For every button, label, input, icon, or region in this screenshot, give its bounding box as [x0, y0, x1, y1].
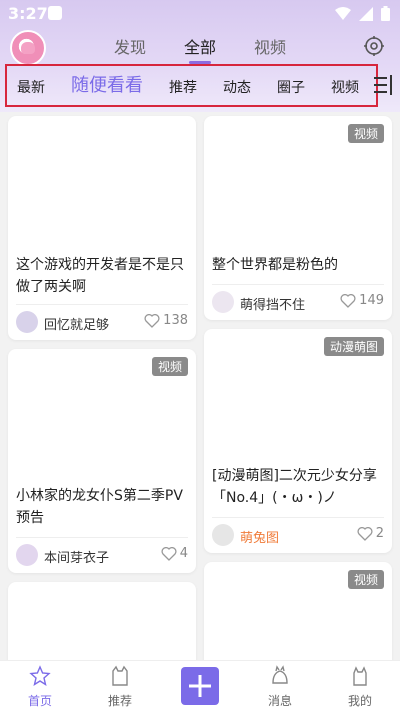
cat-icon: [112, 665, 128, 686]
nav-recommend[interactable]: 推荐: [90, 665, 150, 709]
category-bar: 最新 随便看看 推荐 动态 圈子 视频: [5, 64, 378, 107]
nav-home[interactable]: 首页: [10, 665, 70, 709]
post-card[interactable]: 视频 整个世界都是粉色的 萌得挡不住 149: [204, 116, 392, 320]
post-card[interactable]: 动漫萌图 [动漫萌图]二次元少女分享「No.4」(・ω・)ノ 萌兔图 2: [204, 329, 392, 553]
post-badge: 视频: [151, 357, 188, 376]
cat-bell-icon: [272, 665, 288, 684]
user-avatar[interactable]: [10, 30, 46, 66]
post-author[interactable]: 萌得挡不住: [240, 294, 305, 313]
wifi-icon: [335, 6, 351, 25]
category-latest[interactable]: 最新: [17, 77, 45, 97]
post-author[interactable]: 回忆就足够: [44, 314, 109, 333]
like-button[interactable]: 149: [340, 293, 384, 308]
signal-icon: [359, 6, 373, 25]
like-count: 149: [359, 293, 384, 308]
create-post-button[interactable]: [181, 667, 219, 705]
post-badge: 视频: [347, 124, 384, 143]
heart-icon: [340, 293, 356, 308]
heart-icon: [144, 313, 160, 328]
post-author[interactable]: 本间芽衣子: [44, 547, 109, 566]
top-nav: 发现 全部 视频: [0, 28, 400, 66]
settings-icon[interactable]: [362, 34, 386, 58]
post-badge: 动漫萌图: [323, 337, 384, 356]
like-count: 2: [375, 526, 384, 541]
nav-profile-label: 我的: [347, 694, 372, 708]
post-card[interactable]: 这个游戏的开发者是不是只做了两关啊 回忆就足够 138: [8, 116, 196, 340]
nav-home-label: 首页: [27, 694, 52, 708]
post-card[interactable]: 视频 小林家的龙女仆S第二季PV预告 本间芽衣子 4: [8, 349, 196, 573]
user-avatar-small[interactable]: [16, 544, 38, 566]
like-count: 4: [179, 546, 188, 561]
post-title: 小林家的龙女仆S第二季PV预告: [16, 488, 183, 526]
battery-icon: [381, 6, 390, 25]
nav-messages[interactable]: 消息: [250, 665, 310, 709]
category-video[interactable]: 视频: [331, 77, 359, 97]
category-browse[interactable]: 随便看看: [71, 71, 143, 97]
post-author[interactable]: 萌兔图: [240, 527, 279, 546]
category-circle[interactable]: 圈子: [277, 77, 305, 97]
profile-icon: [353, 666, 367, 686]
heart-icon: [357, 526, 373, 541]
star-icon: [29, 665, 51, 687]
status-bar: 3:27: [0, 0, 400, 28]
status-time: 3:27: [8, 4, 48, 23]
category-feed[interactable]: 动态: [223, 77, 251, 97]
post-badge: 视频: [347, 570, 384, 589]
user-avatar-small[interactable]: [212, 291, 234, 313]
like-button[interactable]: 4: [161, 546, 188, 561]
tab-video[interactable]: 视频: [254, 34, 286, 58]
heart-icon: [161, 546, 177, 561]
nav-recommend-label: 推荐: [107, 694, 132, 708]
like-count: 138: [163, 313, 188, 328]
tab-discover[interactable]: 发现: [114, 34, 146, 58]
post-title: [动漫萌图]二次元少女分享「No.4」(・ω・)ノ: [212, 468, 377, 506]
post-title: 整个世界都是粉色的: [212, 257, 338, 273]
notification-icon: [48, 6, 62, 20]
category-menu-icon[interactable]: [374, 75, 394, 95]
like-button[interactable]: 2: [357, 526, 384, 541]
bottom-nav: 首页 推荐 消息 我的: [0, 660, 400, 710]
user-avatar-small[interactable]: [16, 311, 38, 333]
post-title: 这个游戏的开发者是不是只做了两关啊: [16, 257, 184, 295]
nav-profile[interactable]: 我的: [330, 665, 390, 709]
user-avatar-small[interactable]: [212, 524, 234, 546]
nav-messages-label: 消息: [267, 694, 292, 708]
plus-icon: [189, 675, 211, 697]
category-recommend[interactable]: 推荐: [169, 77, 197, 97]
tab-all[interactable]: 全部: [184, 34, 216, 58]
like-button[interactable]: 138: [144, 313, 188, 328]
